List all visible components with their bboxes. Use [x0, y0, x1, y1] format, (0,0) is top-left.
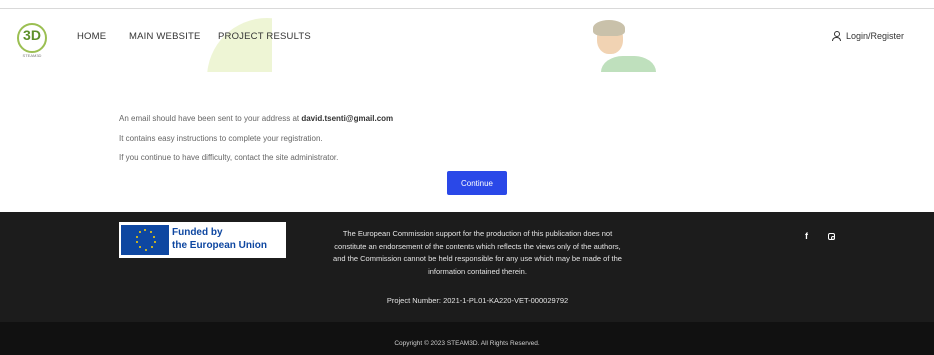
- login-register-link[interactable]: Login/Register: [831, 31, 904, 41]
- eu-text-line-1: Funded by: [172, 227, 223, 238]
- disclaimer-line: and the Commission cannot be held respon…: [333, 254, 622, 263]
- logo-text: 3D: [23, 27, 41, 43]
- nav-main-website[interactable]: MAIN WEBSITE: [129, 31, 201, 42]
- disclaimer-line: constitute an endorsement of the content…: [334, 241, 621, 251]
- site-footer: Funded by the European Union The Europea…: [0, 212, 934, 322]
- user-icon: [831, 31, 841, 41]
- eu-flag-icon: [121, 225, 169, 255]
- facebook-icon[interactable]: f: [805, 231, 808, 241]
- email-sent-text: An email should have been sent to your a…: [119, 114, 302, 123]
- funding-disclaimer: The European Commission support for the …: [300, 228, 655, 278]
- project-number: Project Number: 2021-1-PL01-KA220-VET-00…: [386, 296, 569, 305]
- disclaimer-line: information contained therein.: [428, 266, 527, 276]
- eu-text-line-2: the European Union: [172, 240, 267, 251]
- copyright-bar: Copyright © 2023 STEAM3D. All Rights Res…: [0, 322, 934, 355]
- eu-funding-text: Funded by the European Union: [172, 226, 267, 252]
- difficulty-message: If you continue to have difficulty, cont…: [119, 153, 339, 162]
- login-register-label: Login/Register: [845, 31, 904, 41]
- disclaimer-line: The European Commission support for the …: [342, 229, 613, 238]
- eu-funding-badge: Funded by the European Union: [119, 222, 286, 258]
- instructions-message: It contains easy instructions to complet…: [119, 134, 323, 143]
- copyright-text: Copyright © 2023 STEAM3D. All Rights Res…: [394, 340, 540, 347]
- decorative-person-illustration: [585, 18, 665, 72]
- decorative-green-shape: [202, 18, 272, 72]
- email-address: david.tsenti@gmail.com: [301, 114, 394, 123]
- nav-project-results[interactable]: PROJECT RESULTS: [218, 31, 311, 42]
- instagram-icon[interactable]: [828, 233, 835, 240]
- site-logo[interactable]: 3D STEAM3D: [17, 23, 47, 58]
- email-sent-message: An email should have been sent to your a…: [119, 114, 393, 123]
- logo-subtext: STEAM3D: [22, 53, 42, 58]
- nav-home[interactable]: HOME: [77, 31, 106, 42]
- site-header: 3D STEAM3D HOME MAIN WEBSITE PROJECT RES…: [0, 9, 934, 72]
- continue-button[interactable]: Continue: [447, 171, 507, 195]
